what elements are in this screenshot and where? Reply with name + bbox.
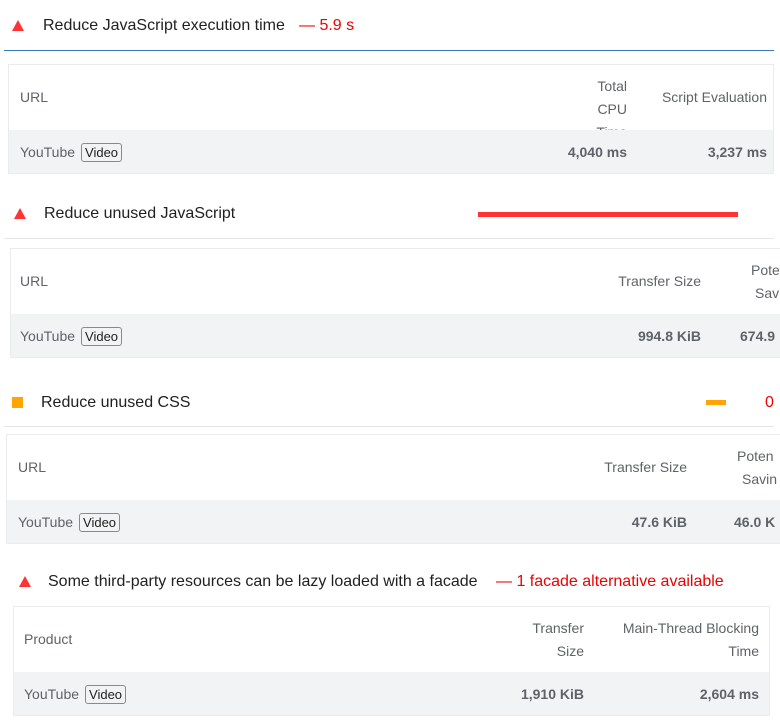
column-header-script-eval: Script Evaluation: [661, 89, 767, 105]
potential-savings-cell: 674.9: [740, 328, 776, 344]
audit-details-table: URL Total CPU Time Script Evaluation You…: [8, 64, 774, 174]
column-header-transfer-size: Transfer Size: [604, 459, 687, 475]
blocking-time-cell: 2,604 ms: [699, 686, 759, 702]
average-square-icon: [12, 397, 23, 408]
entity-badge: Video: [81, 143, 123, 162]
fail-triangle-icon: [19, 576, 31, 587]
column-header-url: URL: [20, 273, 49, 289]
savings-bar: [706, 400, 726, 405]
url-cell: YouTube Video: [20, 143, 123, 162]
audit-display-value: — 1 facade alternative available: [496, 573, 724, 590]
audit-third-party-facades[interactable]: Some third-party resources can be lazy l…: [0, 558, 780, 608]
audit-divider: [4, 238, 774, 239]
column-header-transfer-size: Transfer Size: [532, 620, 584, 659]
entity-badge: Video: [85, 685, 127, 704]
audit-details-table: URL Transfer Size Poten Savin YouTube Vid…: [6, 434, 780, 544]
transfer-size-cell: 994.8 KiB: [637, 328, 701, 344]
column-header-product: Product: [24, 631, 73, 647]
column-header-main-thread-blocking: Main-Thread Blocking Time: [622, 620, 759, 659]
audit-title: Some third-party resources can be lazy l…: [48, 573, 478, 590]
table-row[interactable]: YouTube Video 4,040 ms 3,237 ms: [9, 130, 773, 173]
column-header-potential-savings: Poten Savin: [737, 448, 778, 487]
audit-title: Reduce unused JavaScript: [44, 205, 236, 222]
column-header-potential-savings: Pote Sav: [751, 262, 780, 301]
audit-divider: [4, 426, 774, 427]
transfer-size-cell: 47.6 KiB: [631, 514, 687, 530]
audit-title: Reduce unused CSS: [41, 394, 191, 411]
entity-badge: Video: [81, 327, 123, 346]
audit-details-table: URL Transfer Size Pote Sav YouTube Video …: [10, 248, 780, 358]
audit-display-value: — 5.9 s: [299, 17, 355, 34]
script-eval-cell: 3,237 ms: [707, 144, 767, 160]
fail-triangle-icon: [12, 20, 24, 31]
url-cell: YouTube Video: [18, 513, 121, 532]
column-header-transfer-size: Transfer Size: [618, 273, 701, 289]
table-row[interactable]: YouTube Video 994.8 KiB 674.9: [11, 314, 780, 357]
audit-unused-css[interactable]: Reduce unused CSS 0: [0, 378, 780, 428]
total-cpu-cell: 4,040 ms: [567, 144, 627, 160]
fail-triangle-icon: [14, 208, 26, 219]
column-header-url: URL: [18, 459, 47, 475]
table-row[interactable]: YouTube Video 47.6 KiB 46.0 K: [7, 500, 780, 543]
audit-expanded-divider: [4, 50, 774, 51]
audit-unused-js[interactable]: Reduce unused JavaScript: [0, 190, 780, 240]
table-row[interactable]: YouTube Video 1,910 KiB 2,604 ms: [14, 672, 769, 715]
product-cell: YouTube Video: [24, 685, 127, 704]
audit-js-execution[interactable]: Reduce JavaScript execution time — 5.9 s: [0, 0, 780, 52]
url-cell: YouTube Video: [20, 327, 123, 346]
savings-bar: [478, 212, 738, 217]
audit-title: Reduce JavaScript execution time: [43, 17, 285, 34]
audit-details-table: Product Transfer Size Main-Thread Blocki…: [13, 606, 770, 716]
entity-badge: Video: [79, 513, 121, 532]
transfer-size-cell: 1,910 KiB: [520, 686, 584, 702]
potential-savings-cell: 46.0 K: [734, 514, 776, 530]
audit-display-value: 0: [765, 394, 774, 411]
column-header-url: URL: [20, 89, 49, 105]
